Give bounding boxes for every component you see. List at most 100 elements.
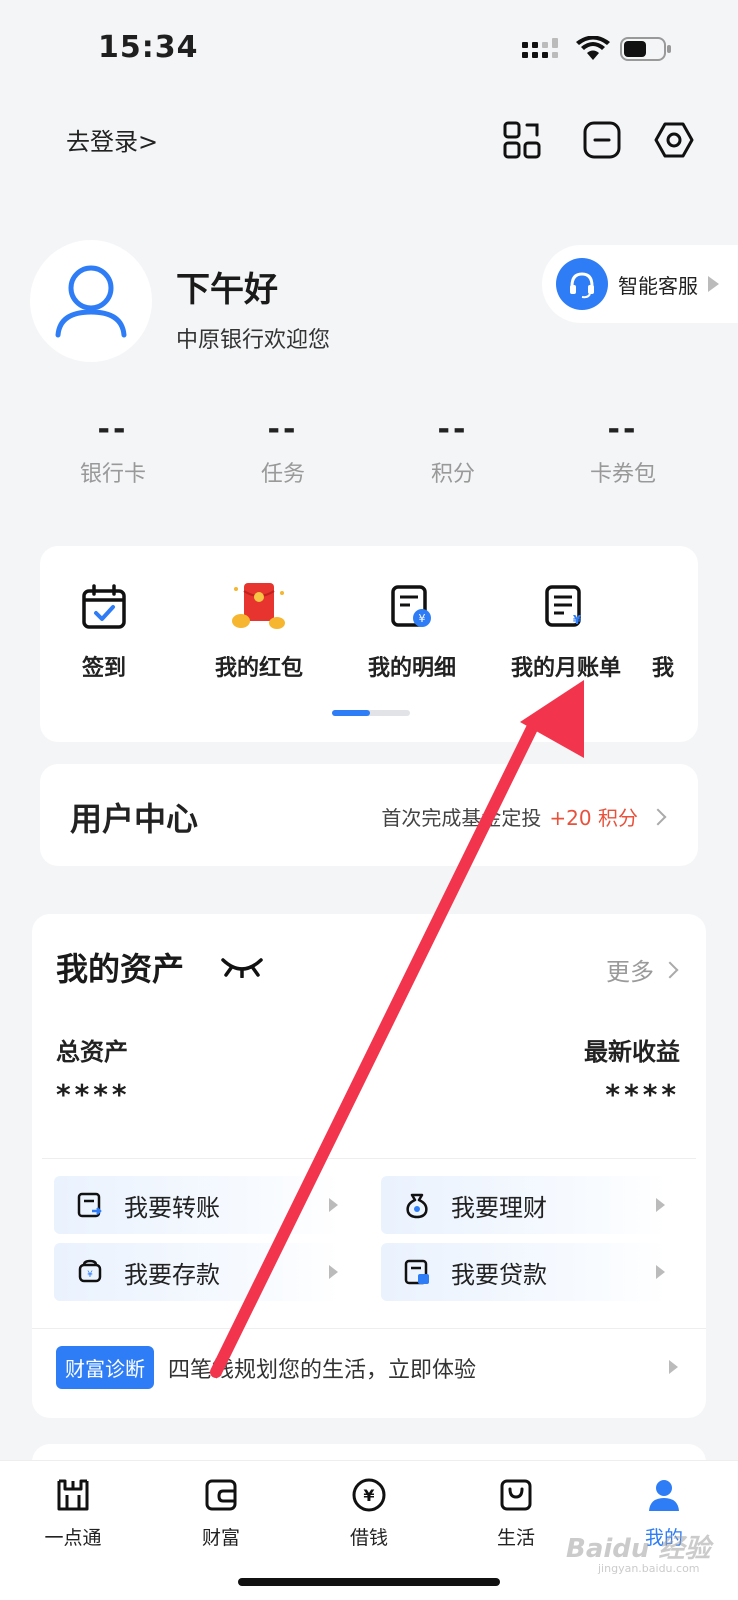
quick-item-label: 我的明细 — [367, 656, 456, 681]
monthly-bill-icon: ¥ — [545, 585, 582, 627]
home-indicator — [238, 1578, 500, 1586]
quick-item-checkin[interactable]: 签到 — [40, 582, 174, 682]
avatar[interactable] — [30, 240, 152, 362]
more-label: 更多 — [606, 958, 654, 986]
watermark-sub: jingyan.baidu.com — [598, 1562, 700, 1575]
stat-label: 银行卡 — [79, 462, 146, 487]
user-filled-icon — [649, 1480, 679, 1511]
user-center-promo[interactable]: 首次完成基金定投 +20 积分 — [381, 802, 667, 831]
scan-qr-icon[interactable] — [502, 120, 542, 160]
triangle-right-icon — [329, 1265, 338, 1279]
tab-label: 借钱 — [349, 1527, 388, 1549]
action-label: 我要理财 — [451, 1193, 547, 1222]
deposit-icon: ¥ — [78, 1259, 102, 1283]
svg-text:¥: ¥ — [419, 612, 426, 625]
stat-bank-cards[interactable]: -- 银行卡 — [53, 412, 173, 488]
hide-eye-icon[interactable] — [220, 954, 264, 978]
wealth-management-button[interactable]: 我要理财 — [381, 1176, 667, 1234]
building-icon — [57, 1479, 89, 1511]
action-label: 我要存款 — [124, 1260, 220, 1289]
quick-item-details[interactable]: ¥ 我的明细 — [342, 582, 482, 682]
loan-button[interactable]: 我要贷款 — [381, 1243, 667, 1301]
stat-label: 任务 — [260, 462, 305, 487]
svg-text:¥: ¥ — [87, 1270, 93, 1280]
quick-item-monthly-bill[interactable]: ¥ 我的月账单 — [496, 582, 636, 682]
stat-value: -- — [267, 412, 299, 447]
deposit-button[interactable]: ¥ 我要存款 — [54, 1243, 340, 1301]
stat-value: -- — [97, 412, 129, 447]
tab-borrow[interactable]: ¥ 借钱 — [314, 1477, 424, 1550]
tab-yidiantong[interactable]: 一点通 — [18, 1477, 128, 1550]
stat-label: 卡券包 — [589, 462, 656, 487]
chevron-right-icon — [649, 808, 667, 825]
divider — [42, 1158, 696, 1159]
my-assets-card: 我的资产 更多 总资产 最新收益 **** **** 我要转账 我要理财 ¥ 我… — [32, 914, 706, 1418]
settings-icon[interactable] — [654, 120, 694, 160]
svg-text:¥: ¥ — [573, 613, 582, 627]
yen-coin-icon: ¥ — [352, 1478, 386, 1512]
quick-menu-card: 签到 我的红包 ¥ 我的明细 ¥ 我的月账单 我 — [40, 546, 698, 742]
wealth-diagnosis-badge: 财富诊断 — [56, 1346, 154, 1389]
tab-wealth[interactable]: 财富 — [166, 1477, 276, 1550]
tab-label: 一点通 — [44, 1527, 102, 1549]
assets-title: 我的资产 — [56, 950, 185, 988]
cellular-signal-icon — [522, 38, 558, 58]
divider — [32, 1328, 706, 1329]
latest-earnings-label: 最新收益 — [584, 1038, 680, 1066]
customer-service-button[interactable]: 智能客服 — [542, 245, 738, 323]
tab-label: 财富 — [201, 1527, 240, 1549]
assets-more-link[interactable]: 更多 — [606, 952, 679, 987]
transfer-icon — [77, 1192, 102, 1218]
login-link[interactable]: 去登录> — [66, 122, 158, 157]
battery-icon — [620, 37, 671, 61]
page-indicator — [332, 710, 410, 716]
wallet-icon — [205, 1479, 237, 1511]
quick-item-red-packet[interactable]: 我的红包 — [189, 582, 329, 682]
total-assets-value: **** — [56, 1078, 131, 1111]
status-time: 15:34 — [98, 30, 199, 65]
tab-life[interactable]: 生活 — [461, 1477, 571, 1550]
svg-text:¥: ¥ — [363, 1486, 374, 1505]
welcome-text: 中原银行欢迎您 — [176, 328, 331, 353]
chevron-right-icon — [661, 961, 679, 978]
headset-icon — [556, 258, 608, 310]
stat-value: -- — [437, 412, 469, 447]
promo-text: 首次完成基金定投 — [381, 806, 542, 830]
stat-coupons[interactable]: -- 卡券包 — [563, 412, 683, 488]
stat-points[interactable]: -- 积分 — [393, 412, 513, 488]
stat-label: 积分 — [430, 462, 475, 487]
triangle-right-icon — [656, 1265, 665, 1279]
greeting: 下午好 — [176, 270, 278, 310]
money-bag-icon — [406, 1193, 428, 1219]
triangle-right-icon — [669, 1360, 678, 1374]
loan-icon — [404, 1259, 429, 1285]
wealth-diagnosis-text: 四笔钱规划您的生活，立即体验 — [168, 1357, 477, 1383]
calendar-check-icon — [82, 584, 126, 629]
wifi-icon — [576, 36, 610, 60]
promo-points: +20 积分 — [549, 806, 638, 830]
total-assets-label: 总资产 — [56, 1038, 128, 1066]
stat-value: -- — [607, 412, 639, 447]
red-packet-icon — [232, 583, 285, 629]
shopping-bag-icon — [500, 1479, 532, 1511]
user-avatar-icon — [55, 265, 127, 338]
latest-earnings-value: **** — [605, 1078, 680, 1111]
quick-item-partial[interactable]: 我 — [652, 582, 698, 682]
message-icon[interactable] — [582, 120, 622, 160]
details-document-icon: ¥ — [391, 585, 431, 627]
transfer-button[interactable]: 我要转账 — [54, 1176, 340, 1234]
quick-item-label: 我的月账单 — [510, 656, 621, 681]
action-label: 我要转账 — [124, 1193, 220, 1222]
user-center-card[interactable]: 用户中心 首次完成基金定投 +20 积分 — [40, 764, 698, 866]
user-center-title: 用户中心 — [70, 800, 199, 838]
tab-label: 生活 — [496, 1527, 535, 1549]
quick-item-label: 我 — [652, 656, 675, 681]
triangle-right-icon — [329, 1198, 338, 1212]
triangle-right-icon — [656, 1198, 665, 1212]
page-indicator-active — [332, 710, 370, 716]
wealth-diagnosis-row[interactable]: 财富诊断 四笔钱规划您的生活，立即体验 — [56, 1346, 476, 1389]
service-label: 智能客服 — [618, 273, 698, 298]
chevron-right-icon — [708, 276, 719, 292]
stat-tasks[interactable]: -- 任务 — [223, 412, 343, 488]
quick-item-label: 签到 — [81, 656, 126, 681]
